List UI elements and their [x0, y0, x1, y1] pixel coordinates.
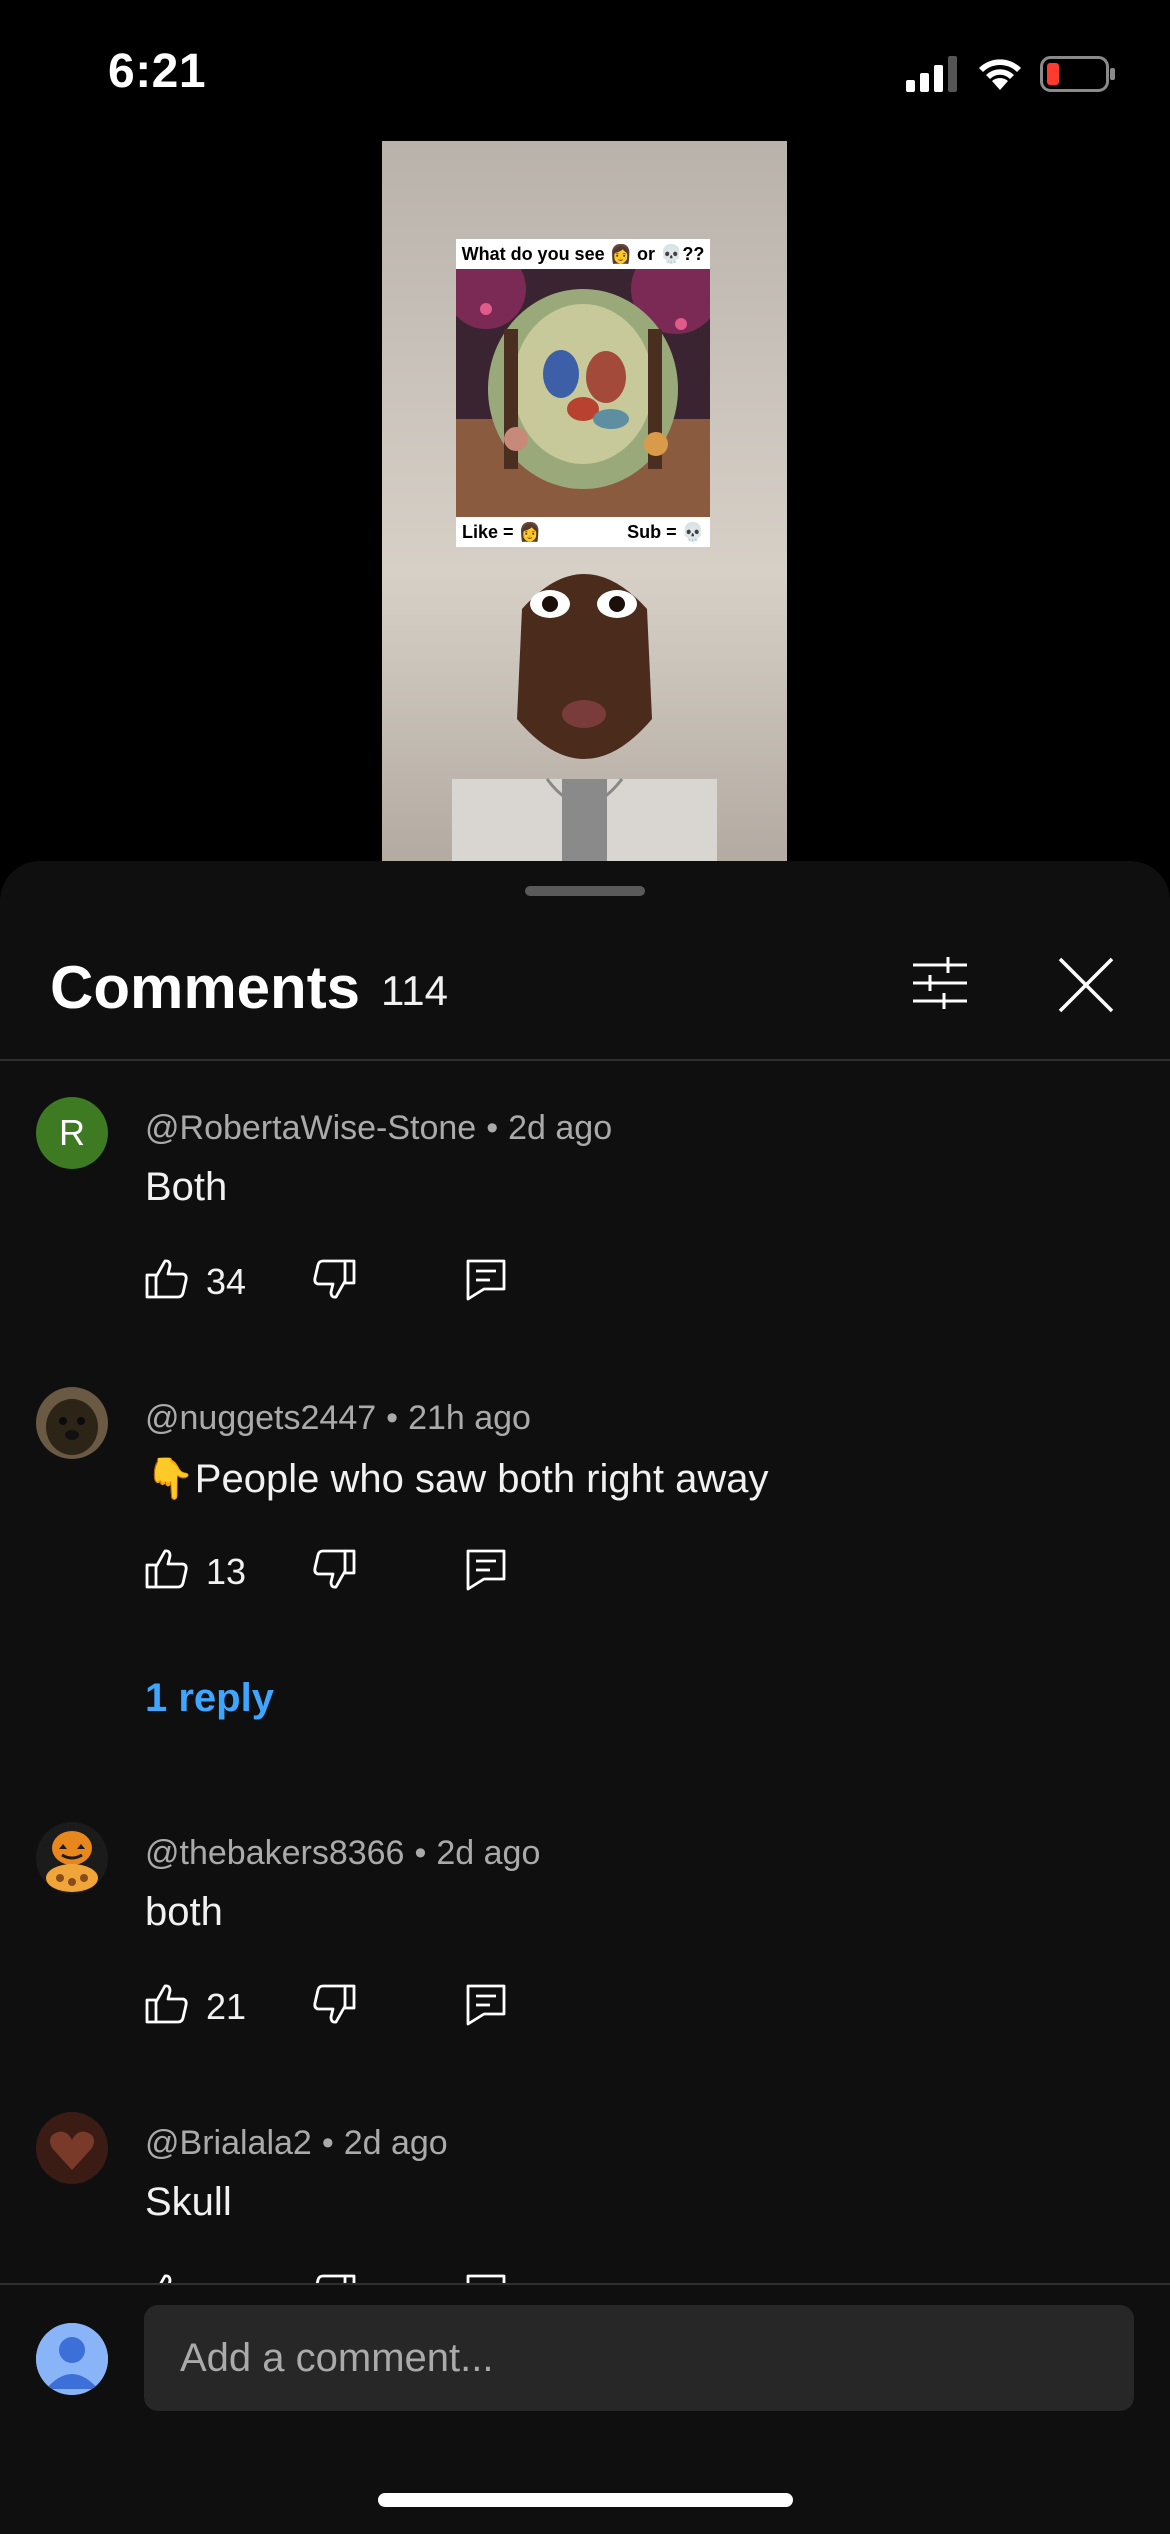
comment-author[interactable]: @thebakers8366 [145, 1834, 404, 1872]
status-time: 6:21 [108, 45, 207, 98]
sheet-drag-handle[interactable] [525, 886, 645, 896]
comment-text: Skull [145, 2180, 232, 2224]
thumbs-down-icon[interactable] [312, 1547, 356, 1591]
meme-sub-text: Sub = 💀 [627, 522, 704, 542]
filter-sort-icon[interactable] [910, 953, 970, 1013]
comment-author[interactable]: @Brialala2 [145, 2124, 312, 2162]
thumbs-up-icon[interactable] [145, 1257, 189, 1301]
avatar[interactable] [36, 1822, 108, 1894]
comment-author[interactable]: @nuggets2447 [145, 1399, 376, 1437]
comment-text: Both [145, 1165, 228, 1209]
avatar[interactable]: R [36, 1097, 108, 1169]
comment-time: 21h ago [408, 1399, 531, 1437]
comment-time: 2d ago [436, 1834, 541, 1872]
reply-comment-icon[interactable] [464, 1982, 508, 2026]
home-indicator[interactable] [378, 2493, 793, 2507]
header-divider [0, 1059, 1170, 1061]
avatar[interactable] [36, 2112, 108, 2184]
comments-title: Comments [50, 954, 361, 1021]
close-icon[interactable] [1056, 955, 1116, 1015]
comments-count: 114 [381, 967, 448, 1014]
meme-question-text: What do you see 👩 or 💀?? [461, 244, 705, 264]
comment-text: both [145, 1890, 223, 1934]
view-replies-link[interactable]: 1 reply [145, 1676, 274, 1721]
avatar[interactable] [36, 1387, 108, 1459]
user-avatar-icon [36, 2323, 108, 2395]
thumbs-down-icon[interactable] [312, 1982, 356, 2026]
comment-meta: @Brialala2 • 2d ago [145, 2124, 448, 2162]
video-meme-card: What do you see 👩 or 💀?? Like = 👩 Sub = … [456, 239, 710, 547]
comment-text: 👇People who saw both right away [145, 1457, 769, 1501]
like-count: 34 [206, 1261, 247, 1302]
comment-meta: @RobertaWise-Stone • 2d ago [145, 1109, 613, 1147]
illusion-painting-image [456, 269, 710, 517]
video-player[interactable]: What do you see 👩 or 💀?? Like = 👩 Sub = … [382, 141, 787, 861]
comment-meta: @nuggets2447 • 21h ago [145, 1399, 531, 1437]
comment-author[interactable]: @RobertaWise-Stone [145, 1109, 476, 1147]
like-count: 21 [206, 1986, 247, 2027]
meme-like-text: Like = 👩 [462, 522, 541, 542]
thumbs-down-icon[interactable] [312, 1257, 356, 1301]
comment-time: 2d ago [343, 2124, 448, 2162]
add-comment-input[interactable] [144, 2305, 1134, 2411]
status-bar: 6:21 [0, 0, 1170, 140]
battery-low-icon [1040, 56, 1115, 92]
wifi-icon [979, 59, 1021, 90]
reply-comment-icon[interactable] [464, 1257, 508, 1301]
reply-comment-icon[interactable] [464, 1547, 508, 1591]
comment-time: 2d ago [508, 1109, 613, 1147]
thumbs-up-icon[interactable] [145, 1982, 189, 2026]
comment-meta: @thebakers8366 • 2d ago [145, 1834, 541, 1872]
cellular-signal-icon [906, 56, 957, 92]
meme-vote-legend: Like = 👩 Sub = 💀 [456, 517, 710, 547]
thumbs-up-icon[interactable] [145, 1547, 189, 1591]
creator-face-image [452, 574, 717, 861]
like-count: 13 [206, 1551, 247, 1592]
